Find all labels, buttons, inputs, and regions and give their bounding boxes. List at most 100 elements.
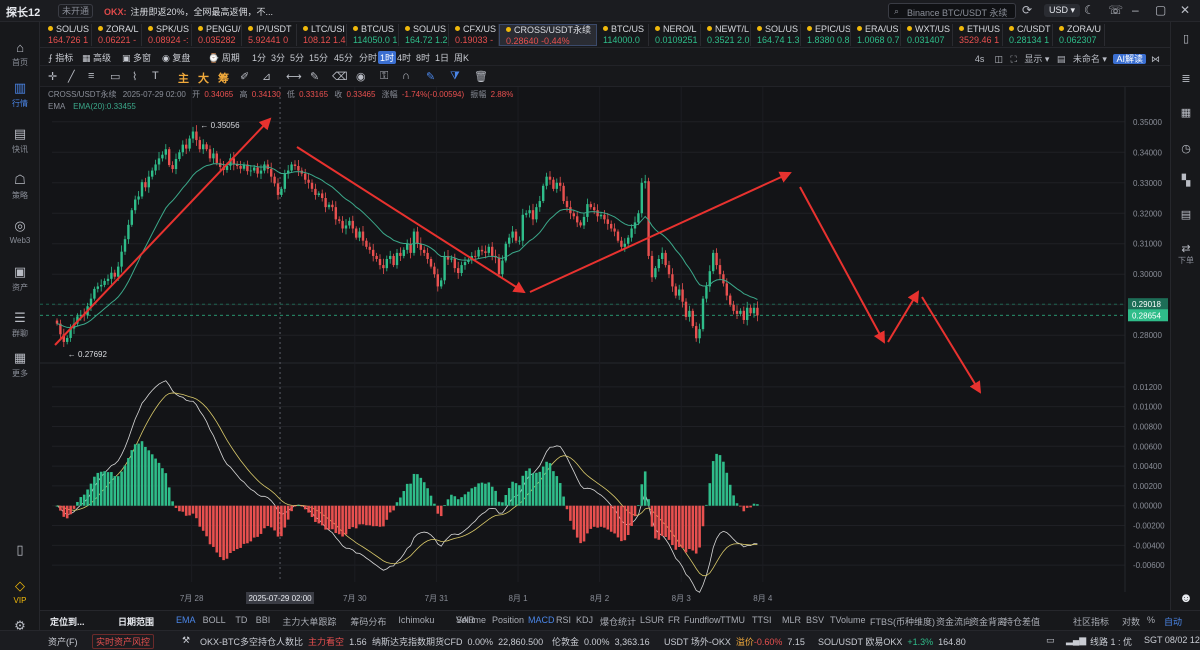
interval-5[interactable]: 分时: [359, 51, 377, 64]
period-button[interactable]: ⌚ 周期: [208, 51, 240, 64]
draw-mode-icon[interactable]: ✎: [426, 70, 435, 83]
rectangle-icon[interactable]: ▭: [110, 70, 120, 83]
lock-icon[interactable]: ⚿: [380, 70, 388, 83]
okx-ratio[interactable]: OKX-BTC多空持仓人数比 主力看空 1.56: [200, 635, 367, 648]
main-indicator-5[interactable]: 筹码分布: [350, 615, 386, 628]
ticker-tab[interactable]: C/USDT 0.28134 1: [1003, 24, 1053, 46]
main-indicator-6[interactable]: Ichimoku: [398, 615, 434, 625]
sub-indicator-8[interactable]: Fundflow: [684, 615, 721, 625]
fib-icon[interactable]: ⌇: [132, 70, 137, 83]
line-tool-icon[interactable]: ╱: [68, 70, 75, 83]
sidebar-item-assets[interactable]: ▣ 资产: [0, 264, 40, 293]
main-indicator-1[interactable]: BOLL: [203, 615, 226, 625]
notice-banner[interactable]: OKX: 注册即返20%，全网最高返佣，不...: [104, 5, 273, 18]
ticker-tab[interactable]: WXT/US 0.031407: [901, 24, 953, 46]
sub-indicator-1[interactable]: Position: [492, 615, 524, 625]
eye-icon[interactable]: ◉: [356, 70, 366, 83]
fullscreen-icon[interactable]: ⛶: [1010, 54, 1016, 64]
sub-indicator-15[interactable]: 资金流向: [936, 615, 972, 628]
ticker-tab[interactable]: NEWT/L 0.3521 2.0: [701, 24, 751, 46]
ticker-tab[interactable]: SOL/US 164.72 1.2: [399, 24, 449, 46]
main-indicator-2[interactable]: TD: [235, 615, 247, 625]
ticker-tab[interactable]: EPIC/US 1.8380 0.8: [801, 24, 851, 46]
sub-indicator-0[interactable]: Volume: [456, 615, 486, 625]
sidebar-item-chat[interactable]: ☰ 群聊: [0, 310, 40, 339]
sub-indicator-10[interactable]: TTSI: [752, 615, 772, 625]
sub-indicator-9[interactable]: TTMU: [720, 615, 745, 625]
main-indicator-4[interactable]: 主力大单跟踪: [282, 615, 336, 628]
sidebar-item-market[interactable]: ▥ 行情: [0, 80, 40, 109]
list-icon[interactable]: ≣: [1171, 72, 1200, 85]
workspace-name[interactable]: 探长12: [6, 4, 40, 20]
sub-indicator-17[interactable]: 持仓差值: [1004, 615, 1040, 628]
currency-select[interactable]: USD ▾: [1044, 4, 1081, 17]
layout-icon[interactable]: ▤: [1057, 54, 1066, 64]
pencil-icon[interactable]: ✎: [310, 70, 319, 83]
brush-icon[interactable]: ✐: [240, 70, 249, 83]
sub-indicator-13[interactable]: TVolume: [830, 615, 866, 625]
auto-scale-toggle[interactable]: 自动: [1164, 615, 1182, 628]
close-icon[interactable]: ✕: [1180, 3, 1190, 17]
table-icon[interactable]: ▤: [1171, 208, 1200, 221]
sub-indicator-2[interactable]: MACD: [528, 615, 555, 625]
interval-7[interactable]: 4时: [397, 51, 411, 64]
interval-6[interactable]: 1时: [378, 51, 397, 64]
measure-icon[interactable]: ⟷: [286, 70, 302, 83]
eraser-icon[interactable]: ⌫: [332, 70, 348, 83]
ticker-tab[interactable]: BTC/US 114050.0 1: [347, 24, 399, 46]
indicator-button[interactable]: ⨍ 指标: [48, 51, 73, 64]
multi-window-button[interactable]: ▣ 多窗: [122, 51, 151, 64]
sub-indicator-14[interactable]: FTBS(币种维度): [870, 615, 935, 628]
interval-4[interactable]: 45分: [334, 51, 353, 64]
nasdaq-quote[interactable]: 纳斯达克指数期货CFD 0.00% 22,860.500: [372, 635, 543, 648]
crosshair-icon[interactable]: ✛: [48, 70, 57, 83]
ticker-tab[interactable]: ZORA/L 0.06221 -: [92, 24, 142, 46]
sub-indicator-3[interactable]: RSI: [556, 615, 571, 625]
assets-label[interactable]: 资产(F): [48, 635, 78, 648]
sub-indicator-16[interactable]: 资金背离: [970, 615, 1006, 628]
usdt-otc-quote[interactable]: USDT 场外-OKX 溢价-0.60% 7.15: [664, 635, 805, 648]
interval-2[interactable]: 5分: [290, 51, 304, 64]
minimize-icon[interactable]: –: [1132, 3, 1139, 17]
main-force-tool[interactable]: 主: [178, 70, 189, 86]
big-order-tool[interactable]: 大: [198, 70, 209, 86]
ticker-tab[interactable]: CROSS/USDT永续 0.28640 -0.44%: [499, 24, 597, 46]
sidebar-item-home[interactable]: ⌂ 首页: [0, 40, 40, 68]
calendar-icon[interactable]: ▦: [1171, 106, 1200, 119]
sol-quote[interactable]: SOL/USDT 欧易OKX +1.3% 164.80: [818, 635, 966, 648]
locate-button[interactable]: 定位到...: [50, 615, 85, 628]
maximize-icon[interactable]: ▢: [1155, 3, 1166, 17]
log-scale-toggle[interactable]: 对数: [1122, 615, 1140, 628]
horizontal-line-icon[interactable]: ≡: [88, 70, 94, 82]
sidebar-item-web3[interactable]: ◎ Web3: [0, 218, 40, 245]
camera-icon[interactable]: ◫: [994, 54, 1003, 64]
risk-control-button[interactable]: 实时资产风控: [92, 634, 155, 649]
sidebar-item-more[interactable]: ▦ 更多: [0, 350, 40, 379]
sidebar-item-news[interactable]: ▤ 快讯: [0, 126, 40, 155]
display-button[interactable]: 显示 ▾: [1024, 54, 1049, 64]
search-input[interactable]: ⌕ Binance BTC/USDT 永续: [888, 3, 1016, 19]
text-tool-icon[interactable]: T: [152, 70, 159, 82]
ticker-tab[interactable]: ERA/US 1.0068 0.7: [851, 24, 901, 46]
theme-icon[interactable]: ☾: [1084, 3, 1095, 17]
community-indicators[interactable]: 社区指标: [1073, 615, 1109, 628]
interval-8[interactable]: 8时: [416, 51, 430, 64]
main-indicator-0[interactable]: EMA: [176, 615, 196, 625]
chat-bubble-icon[interactable]: ▭: [1046, 635, 1055, 646]
review-button[interactable]: ◉ 复盘: [162, 51, 190, 64]
mascot-icon[interactable]: ☻: [1171, 590, 1200, 605]
sub-indicator-11[interactable]: MLR: [782, 615, 801, 625]
headset-icon[interactable]: ☏: [1108, 3, 1123, 17]
ticker-tab[interactable]: NERO/L 0.0109251: [649, 24, 701, 46]
ruler-icon[interactable]: ⊿: [262, 70, 271, 83]
ticker-tab[interactable]: SOL/US 164.74 1.3: [751, 24, 801, 46]
candlestick-chart[interactable]: ← 0.35056 ← 0.27692 0.35000 0.34000 0.33000…: [40, 87, 1170, 610]
ticker-tab[interactable]: BTC/US 114000.0: [597, 24, 649, 46]
ticker-tab[interactable]: ETH/US 3529.46 1: [953, 24, 1003, 46]
sub-indicator-4[interactable]: KDJ: [576, 615, 593, 625]
book-icon[interactable]: ▯: [1171, 32, 1200, 45]
share-icon[interactable]: ⋈: [1151, 54, 1160, 64]
percent-toggle[interactable]: %: [1147, 615, 1155, 625]
interval-9[interactable]: 1日: [435, 51, 449, 64]
trash-icon[interactable]: 🗑: [474, 70, 488, 83]
